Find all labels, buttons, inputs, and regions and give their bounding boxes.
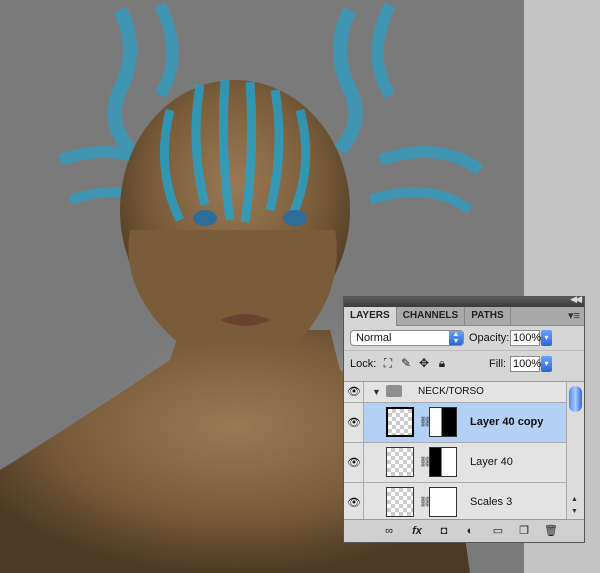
new-group-icon[interactable]: ▭ [490,524,506,538]
trash-icon[interactable]: 🗑︎ [543,524,559,538]
layer-thumbnail[interactable] [386,407,414,437]
opacity-dropdown-icon[interactable]: ▾ [541,330,552,346]
opacity-input[interactable]: 100% [510,330,541,346]
add-mask-icon[interactable]: ◘ [436,524,452,538]
visibility-eye-icon[interactable]: 👁︎ [344,403,364,442]
fill-dropdown-icon[interactable]: ▾ [541,356,552,372]
tab-layers[interactable]: LAYERS [344,307,397,326]
visibility-eye-icon[interactable]: 👁︎ [344,443,364,482]
layer-name: Layer 40 [470,456,513,468]
group-name: NECK/TORSO [418,386,484,397]
visibility-eye-icon[interactable]: 👁︎ [344,382,364,402]
panel-tabs: LAYERS CHANNELS PATHS ▾≡ [344,307,584,326]
opacity-label: Opacity: [469,332,510,344]
layer-group-row[interactable]: 👁︎ ▼ NECK/TORSO [344,382,566,403]
layer-mask-thumbnail[interactable] [429,407,457,437]
layer-name: Scales 3 [470,496,513,508]
layer-row[interactable]: 👁︎ ⛓ Layer 40 copy [344,403,566,443]
tab-paths[interactable]: PATHS [465,307,511,325]
lock-move-icon[interactable]: ✥ [417,356,431,370]
blend-mode-value: Normal [356,332,392,344]
fill-label: Fill: [489,358,507,370]
new-layer-icon[interactable]: ❐ [516,524,532,538]
lock-all-icon[interactable]: 🔒︎ [435,356,449,370]
layer-mask-thumbnail[interactable] [429,487,457,517]
layers-panel: ◀◀ LAYERS CHANNELS PATHS ▾≡ Normal ▲ ▼ Op… [343,294,585,543]
layer-thumbnail[interactable] [386,447,414,477]
panel-menu-icon[interactable]: ▾≡ [568,309,580,322]
visibility-eye-icon[interactable]: 👁︎ [344,483,364,520]
lock-transparency-icon[interactable]: ⛶ [381,356,395,370]
link-layers-icon[interactable]: ∞ [381,524,397,538]
tab-channels[interactable]: CHANNELS [397,307,466,325]
collapse-icon[interactable]: ◀◀ [570,294,582,305]
adjustment-layer-icon[interactable]: ◐ [462,524,478,538]
lock-brush-icon[interactable]: ✎ [399,356,413,370]
blend-mode-select[interactable]: Normal ▲ ▼ [350,330,464,346]
scrollbar-thumb[interactable] [569,386,582,412]
layer-mask-thumbnail[interactable] [429,447,457,477]
layer-thumbnail[interactable] [386,487,414,517]
scroll-up-icon[interactable]: ▲ [571,496,578,503]
fx-icon[interactable]: fx [409,524,425,538]
panel-titlebar[interactable]: ◀◀ [344,294,584,307]
layer-row[interactable]: 👁︎ ⛓ Scales 3 [344,483,566,520]
updown-arrows-icon: ▲ ▼ [449,331,463,345]
fill-input[interactable]: 100% [510,356,541,372]
layers-list: 👁︎ ▼ NECK/TORSO 👁︎ ⛓ Layer 40 copy 👁︎ ⛓ [344,381,566,520]
layer-name: Layer 40 copy [470,416,544,428]
layer-row[interactable]: 👁︎ ⛓ Layer 40 [344,443,566,483]
lock-label: Lock: [350,358,377,370]
scroll-down-icon[interactable]: ▼ [571,508,578,515]
layers-scrollbar[interactable]: ▲ ▼ [566,381,584,519]
folder-icon [386,385,402,397]
panel-footer: ∞ fx ◘ ◐ ▭ ❐ 🗑︎ [344,519,584,542]
disclosure-triangle-icon[interactable]: ▼ [372,387,381,397]
